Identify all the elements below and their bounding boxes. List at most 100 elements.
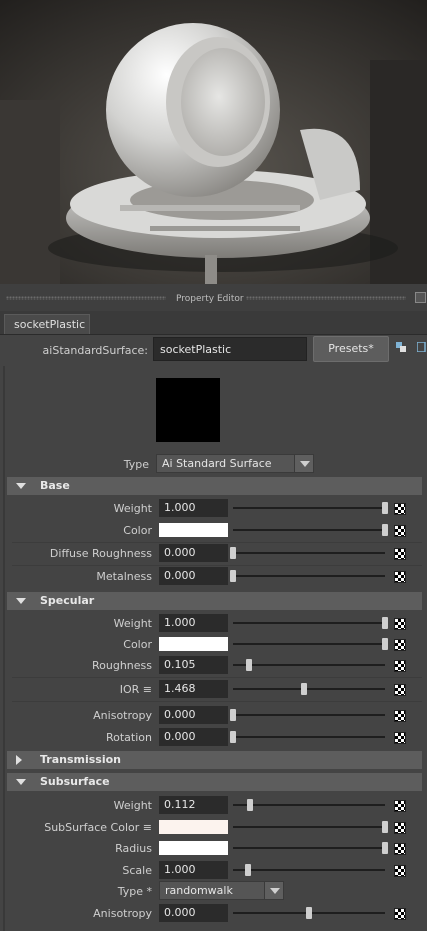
presets-button[interactable]: Presets* xyxy=(313,336,389,362)
row-ior: IOR ≡ 1.468 xyxy=(0,679,427,700)
base-color-swatch[interactable] xyxy=(159,523,228,537)
attr-label: Weight xyxy=(113,617,152,630)
specular-rotation-slider[interactable] xyxy=(230,731,385,743)
map-button-icon[interactable] xyxy=(394,639,406,651)
ior-slider[interactable] xyxy=(233,683,385,695)
row-metalness: Metalness 0.000 xyxy=(0,566,427,587)
subsurface-color-slider[interactable] xyxy=(233,821,388,833)
diffuse-roughness-field[interactable]: 0.000 xyxy=(159,544,228,562)
specular-rotation-field[interactable]: 0.000 xyxy=(159,728,228,746)
header-grip[interactable] xyxy=(6,296,166,300)
subsurface-type-arrow-icon[interactable] xyxy=(264,881,284,900)
map-button-icon[interactable] xyxy=(394,800,406,812)
specular-color-swatch[interactable] xyxy=(159,637,228,651)
specular-roughness-slider[interactable] xyxy=(233,659,385,671)
slider-thumb[interactable] xyxy=(230,709,236,721)
attr-label: IOR ≡ xyxy=(119,683,152,696)
slider-thumb[interactable] xyxy=(382,821,388,833)
slider-thumb[interactable] xyxy=(230,570,236,582)
show-input-icon[interactable] xyxy=(396,342,406,352)
specular-anisotropy-field[interactable]: 0.000 xyxy=(159,706,228,724)
base-weight-field[interactable]: 1.000 xyxy=(159,499,228,517)
slider-thumb[interactable] xyxy=(382,638,388,650)
map-button-icon[interactable] xyxy=(394,503,406,515)
specular-weight-slider[interactable] xyxy=(233,617,388,629)
specular-color-slider[interactable] xyxy=(233,638,388,650)
subsurface-color-swatch[interactable] xyxy=(159,820,228,834)
expand-icon xyxy=(16,755,22,765)
row-base-color: Color xyxy=(0,520,427,541)
base-weight-slider[interactable] xyxy=(233,502,388,514)
shader-header-row: aiStandardSurface: socketPlastic Presets… xyxy=(0,335,427,365)
subsurface-anisotropy-field[interactable]: 0.000 xyxy=(159,904,228,922)
map-button-icon[interactable] xyxy=(394,710,406,722)
type-dropdown-arrow-icon[interactable] xyxy=(294,454,314,473)
base-color-slider[interactable] xyxy=(233,524,388,536)
slider-thumb[interactable] xyxy=(230,731,236,743)
slider-thumb[interactable] xyxy=(306,907,312,919)
diffuse-roughness-slider[interactable] xyxy=(230,547,385,559)
map-button-icon[interactable] xyxy=(394,865,406,877)
slider-thumb[interactable] xyxy=(245,659,252,671)
shader-name-field[interactable]: socketPlastic xyxy=(153,337,307,361)
map-button-icon[interactable] xyxy=(394,732,406,744)
section-specular[interactable]: Specular xyxy=(7,592,422,610)
map-button-icon[interactable] xyxy=(394,908,406,920)
map-button-icon[interactable] xyxy=(394,525,406,537)
divider xyxy=(12,677,422,678)
ior-field[interactable]: 1.468 xyxy=(159,680,228,698)
subsurface-weight-field[interactable]: 0.112 xyxy=(159,796,228,814)
row-subsurface-radius: Radius xyxy=(0,838,427,859)
collapse-icon xyxy=(16,598,26,604)
metalness-slider[interactable] xyxy=(230,570,385,582)
section-transmission[interactable]: Transmission xyxy=(7,751,422,769)
map-button-icon[interactable] xyxy=(394,822,406,834)
attr-label: Roughness xyxy=(91,659,152,672)
subsurface-radius-swatch[interactable] xyxy=(159,841,228,855)
show-output-icon[interactable] xyxy=(417,342,427,352)
subsurface-scale-slider[interactable] xyxy=(233,864,385,876)
section-title: Base xyxy=(40,479,70,492)
material-preview-viewport[interactable] xyxy=(0,0,427,284)
map-button-icon[interactable] xyxy=(394,660,406,672)
specular-anisotropy-slider[interactable] xyxy=(230,709,385,721)
row-specular-color: Color xyxy=(0,634,427,655)
slider-thumb[interactable] xyxy=(382,524,388,536)
map-button-icon[interactable] xyxy=(394,571,406,583)
specular-weight-field[interactable]: 1.000 xyxy=(159,614,228,632)
attr-label: Weight xyxy=(113,502,152,515)
section-title: Transmission xyxy=(40,753,122,766)
slider-thumb[interactable] xyxy=(230,547,236,559)
slider-thumb[interactable] xyxy=(382,617,388,629)
subsurface-type-dropdown[interactable]: randomwalk xyxy=(159,881,265,900)
slider-thumb[interactable] xyxy=(382,502,388,514)
attr-label: Weight xyxy=(113,799,152,812)
tab-socketplastic[interactable]: socketPlastic xyxy=(4,314,90,334)
section-title: Specular xyxy=(40,594,95,607)
row-subsurface-weight: Weight 0.112 xyxy=(0,795,427,816)
slider-thumb[interactable] xyxy=(382,842,388,854)
specular-roughness-field[interactable]: 0.105 xyxy=(159,656,228,674)
subsurface-anisotropy-slider[interactable] xyxy=(233,907,385,919)
subsurface-scale-field[interactable]: 1.000 xyxy=(159,861,228,879)
map-button-icon[interactable] xyxy=(394,843,406,855)
slider-thumb[interactable] xyxy=(247,799,254,811)
section-base[interactable]: Base xyxy=(7,477,422,495)
map-button-icon[interactable] xyxy=(394,684,406,696)
attr-label: Scale xyxy=(122,864,152,877)
map-button-icon[interactable] xyxy=(394,618,406,630)
map-button-icon[interactable] xyxy=(394,548,406,560)
subsurface-radius-slider[interactable] xyxy=(233,842,388,854)
slider-thumb[interactable] xyxy=(301,683,308,695)
row-specular-weight: Weight 1.000 xyxy=(0,613,427,634)
subsurface-weight-slider[interactable] xyxy=(233,799,385,811)
type-label: Type xyxy=(123,458,149,471)
section-subsurface[interactable]: Subsurface xyxy=(7,773,422,791)
header-grip-right[interactable] xyxy=(246,296,406,300)
section-title: Subsurface xyxy=(40,775,110,788)
type-dropdown[interactable]: Ai Standard Surface xyxy=(156,454,295,473)
float-panel-icon[interactable] xyxy=(415,292,426,303)
metalness-field[interactable]: 0.000 xyxy=(159,567,228,585)
row-specular-rotation: Rotation 0.000 xyxy=(0,727,427,748)
slider-thumb[interactable] xyxy=(245,864,252,876)
